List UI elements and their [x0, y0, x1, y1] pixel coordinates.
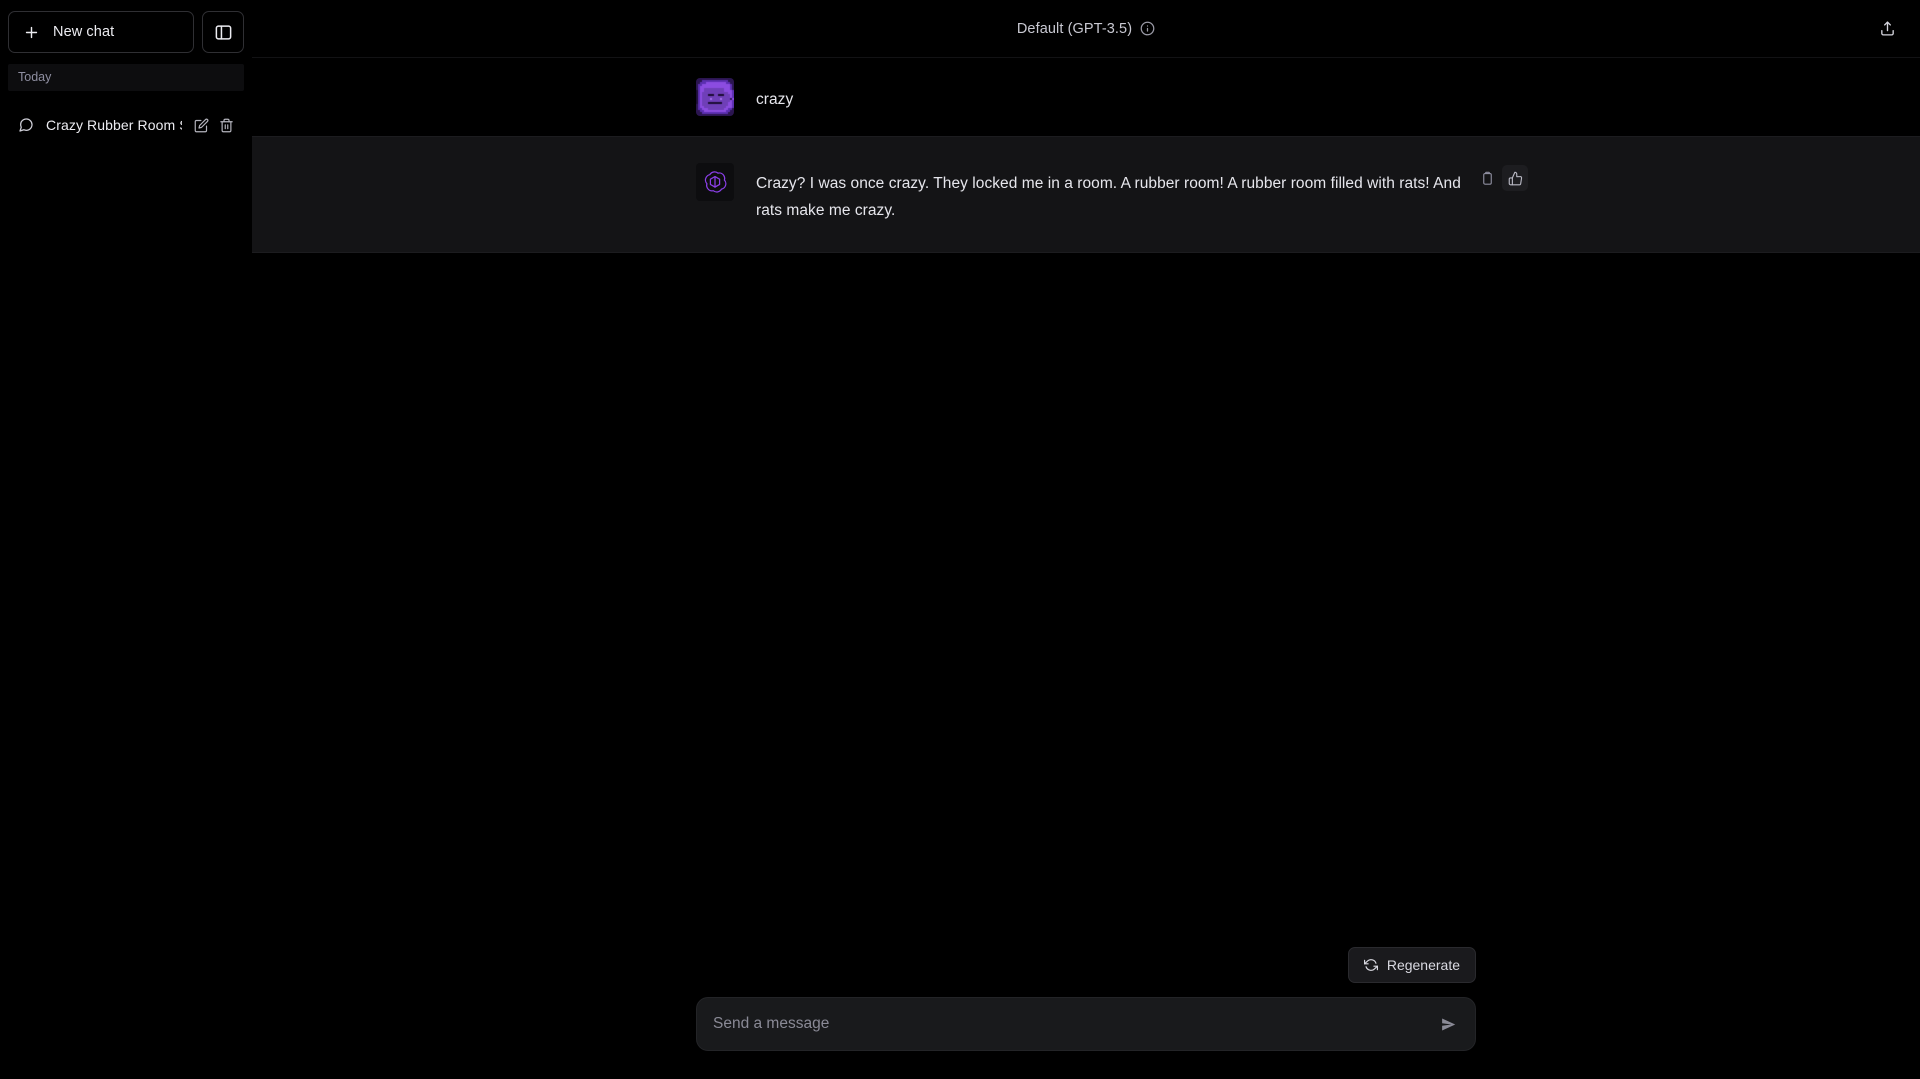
regenerate-label: Regenerate — [1386, 957, 1460, 973]
message-input[interactable] — [697, 998, 1475, 1050]
assistant-message-text: Crazy? I was once crazy. They locked me … — [756, 175, 1466, 219]
thumbs-up-button[interactable] — [1502, 165, 1528, 191]
message-row-assistant: Crazy? I was once crazy. They locked me … — [252, 136, 1920, 254]
new-chat-label: New chat — [53, 24, 115, 40]
chat-history-item-title: Crazy Rubber Room S… — [46, 117, 182, 133]
plus-icon — [23, 24, 40, 41]
sidebar-toggle-button[interactable] — [202, 11, 244, 53]
chatgpt-app: New chat Today Crazy Rubber Room Default… — [0, 0, 1920, 1079]
conversation-thread: crazy Crazy? I was once crazy. They lock… — [252, 58, 1920, 947]
chat-bubble-icon — [18, 117, 34, 133]
send-button[interactable] — [1433, 1009, 1463, 1039]
openai-logo-icon — [703, 170, 727, 194]
regenerate-button[interactable]: Regenerate — [1347, 947, 1476, 983]
info-circle-icon[interactable] — [1140, 21, 1155, 36]
top-bar: Default (GPT-3.5) — [252, 0, 1920, 58]
send-arrow-icon — [1440, 1016, 1457, 1033]
chat-history-item[interactable]: Crazy Rubber Room S… — [8, 105, 244, 145]
chat-history: Today Crazy Rubber Room S… — [8, 64, 244, 1071]
composer — [696, 997, 1476, 1051]
regenerate-wrap: Regenerate — [696, 947, 1476, 997]
user-avatar-image — [696, 78, 734, 116]
message-row-user: crazy — [252, 58, 1920, 136]
composer-wrap — [696, 997, 1476, 1051]
main-panel: Default (GPT-3.5) crazy Crazy? I was onc… — [252, 0, 1920, 1079]
thumbs-up-icon — [1508, 171, 1523, 186]
model-selector[interactable]: Default (GPT-3.5) — [1017, 21, 1155, 37]
trash-icon — [219, 118, 234, 133]
copy-message-button[interactable] — [1474, 165, 1500, 191]
message-actions — [1474, 165, 1528, 191]
user-avatar — [696, 78, 734, 116]
message-body: crazy — [756, 78, 1476, 116]
message-inner: Crazy? I was once crazy. They locked me … — [696, 137, 1528, 252]
chat-item-actions — [194, 118, 234, 133]
user-message-text: crazy — [756, 91, 794, 108]
history-section-today: Today — [8, 64, 244, 91]
copy-icon — [1480, 171, 1495, 186]
share-upload-icon — [1879, 20, 1896, 37]
message-inner: crazy — [696, 58, 1476, 136]
composer-area: Regenerate — [252, 947, 1920, 1079]
pencil-icon — [194, 118, 209, 133]
sidebar-top-controls: New chat — [8, 10, 244, 54]
edit-chat-button[interactable] — [194, 118, 209, 133]
model-label-text: Default (GPT-3.5) — [1016, 20, 1133, 37]
assistant-avatar — [696, 163, 734, 201]
share-button[interactable] — [1870, 12, 1904, 46]
new-chat-button[interactable]: New chat — [8, 11, 194, 53]
refresh-icon — [1363, 958, 1378, 972]
sidebar-panel-icon — [214, 23, 233, 42]
delete-chat-button[interactable] — [219, 118, 234, 133]
message-body: Crazy? I was once crazy. They locked me … — [756, 163, 1476, 224]
sidebar: New chat Today Crazy Rubber Room — [0, 0, 252, 1079]
